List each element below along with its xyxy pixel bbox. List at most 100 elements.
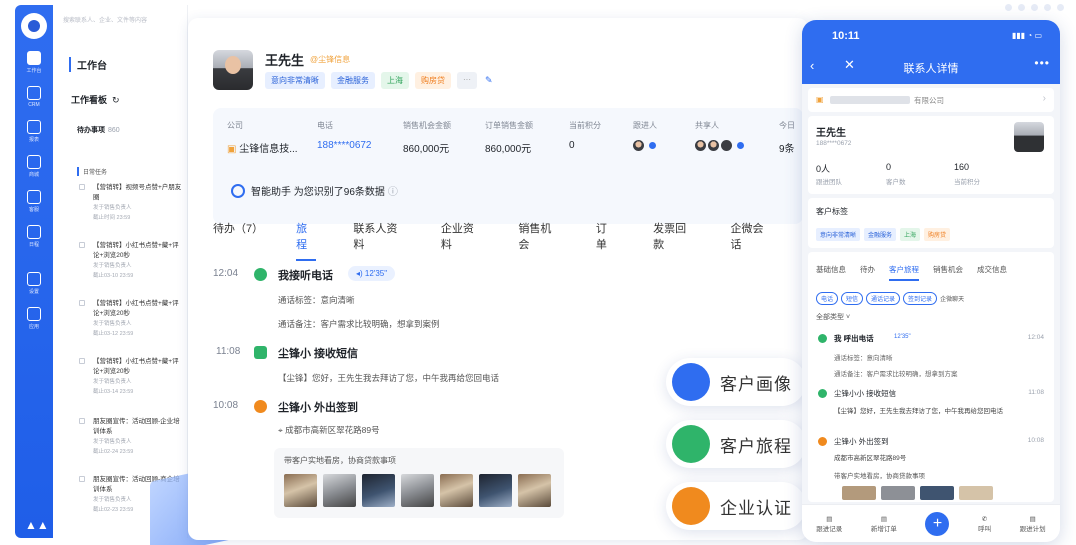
nav-rail: 工作台 CRM 报表 商城 客服 日程 设置 应用 ▲▲ (15, 5, 53, 538)
filter-chip[interactable]: 短信 (841, 292, 864, 305)
photo-thumbnail[interactable] (323, 474, 356, 507)
mobile-tab[interactable]: 销售机会 (933, 264, 963, 281)
rail-item-schedule[interactable]: 日程 (15, 225, 53, 248)
profile-icon (672, 363, 710, 401)
info-header: 今日 (779, 121, 795, 130)
filter-chip[interactable]: 签到记录 (903, 292, 938, 305)
add-button[interactable]: + (925, 511, 950, 536)
task-checkbox[interactable] (79, 184, 85, 190)
photo-thumbnail[interactable] (518, 474, 551, 507)
tag[interactable]: 上海 (381, 72, 409, 89)
call-duration[interactable]: ◂) 12'35" (348, 266, 396, 281)
chat-icon (27, 190, 41, 204)
photo-thumbnail[interactable] (881, 486, 915, 500)
photo-thumbnail[interactable] (842, 486, 876, 500)
rail-item-crm[interactable]: CRM (15, 86, 53, 108)
task-checkbox[interactable] (79, 418, 85, 424)
feature-customer-profile[interactable]: 客户画像 (666, 358, 806, 406)
search-input[interactable]: 搜索联系人、企业、文件等内容 (63, 15, 147, 24)
tab-journey[interactable]: 旅程 (296, 220, 317, 261)
tag: 购房贷 (924, 228, 951, 241)
info-header: 公司 (227, 121, 243, 130)
rail-item-settings[interactable]: 设置 (15, 272, 53, 295)
filter-chip[interactable]: 电话 (816, 292, 839, 305)
workbench-icon (27, 51, 41, 65)
tag[interactable]: 金融服务 (331, 72, 375, 89)
rail-item-store[interactable]: 商城 (15, 155, 53, 178)
today-value: 9条 (779, 144, 795, 155)
location-icon: ⌖ (278, 425, 283, 435)
photo-caption: 带客户实地看房，协商贷款事项 (284, 456, 396, 465)
status-icons: ▮▮▮ ◔ ▭ (1011, 31, 1042, 40)
filter-chip[interactable]: 企微聊天 (940, 297, 964, 303)
rail-item-report[interactable]: 报表 (15, 120, 53, 143)
rail-item-workbench[interactable]: 工作台 (15, 51, 53, 74)
tab-order[interactable]: 订单 (596, 220, 616, 261)
tab-opportunity[interactable]: 销售机会 (518, 220, 558, 261)
photo-thumbnail[interactable] (920, 486, 954, 500)
assistant-bar[interactable]: 智能助手 为您识别了96条数据 ⓘ (231, 183, 398, 198)
plan-icon: ▤ (1029, 515, 1036, 523)
edit-icon[interactable]: ✎ (485, 72, 493, 89)
rail-item-chat[interactable]: 客服 (15, 190, 53, 213)
follow-record-button[interactable]: ▤ 跟进记录 (816, 515, 842, 533)
company-name: 有限公司 (914, 96, 944, 105)
more-icon[interactable]: ••• (1034, 56, 1050, 70)
task-checkbox[interactable] (79, 476, 85, 482)
task-item[interactable]: 【营销转】小红书点赞+藏+评论+浏览20秒 发于销售负责人 截止03-12 23:5… (79, 299, 184, 339)
customer-info-panel: 公司 电话 销售机会金额 订单销售金额 当前积分 跟进人 共享人 今日 ▣ 尘锋… (213, 108, 803, 224)
tab-company[interactable]: 企业资料 (441, 220, 481, 261)
task-checkbox[interactable] (79, 300, 85, 306)
more-tags-button[interactable]: ··· (457, 72, 477, 89)
follow-plan-button[interactable]: ▤ 跟进计划 (1020, 515, 1046, 533)
tab-todo[interactable]: 待办（7） (213, 220, 263, 261)
contact-phone[interactable]: 188****0672 (816, 140, 851, 147)
photo-thumbnail[interactable] (401, 474, 434, 507)
refresh-icon[interactable]: ↻ (112, 95, 120, 105)
photo-thumbnail[interactable] (479, 474, 512, 507)
follower-avatars[interactable] (633, 140, 656, 151)
tag[interactable]: 购房贷 (415, 72, 451, 89)
feature-customer-journey[interactable]: 客户旅程 (666, 420, 806, 468)
mobile-tabs: 基础信息 待办 客户旅程 销售机会 成交信息 (816, 264, 1021, 281)
mobile-tab[interactable]: 基础信息 (816, 264, 846, 281)
info-header: 共享人 (695, 121, 719, 130)
task-item[interactable]: 【营销转】视频号点赞+户朋友圈 发于销售负责人 截止时间 23:59 (79, 183, 184, 223)
mobile-call-duration[interactable]: 12'35" (894, 334, 911, 340)
task-item[interactable]: 【营销转】小红书点赞+藏+评论+浏览20秒 发于销售负责人 截止03-10 23:5… (79, 241, 184, 281)
tab-invoice[interactable]: 发票回款 (653, 220, 693, 261)
task-checkbox[interactable] (79, 242, 85, 248)
company-value[interactable]: ▣ 尘锋信息技... (227, 140, 298, 155)
photo-thumbnail[interactable] (284, 474, 317, 507)
photo-thumbnail[interactable] (362, 474, 395, 507)
photo-row (284, 474, 551, 507)
rail-item-apps[interactable]: 应用 (15, 307, 53, 330)
mobile-tab[interactable]: 成交信息 (977, 264, 1007, 281)
task-checkbox[interactable] (79, 358, 85, 364)
type-filter[interactable]: 全部类型 ˅ (816, 312, 850, 322)
sharer-avatars[interactable] (695, 140, 744, 151)
photo-thumbnail[interactable] (959, 486, 993, 500)
company-row[interactable]: ▣ 有限公司 › (808, 88, 1054, 112)
board-title: 工作看板 ↻ (71, 95, 120, 105)
task-item[interactable]: 朋友圈宣传：活动回顾-企业培训体系 发于销售负责人 截止02-24 23:59 (79, 417, 184, 457)
user-avatar[interactable] (21, 13, 47, 39)
new-order-button[interactable]: ▤ 新增订单 (871, 515, 897, 533)
tab-wecom[interactable]: 企微会话 (731, 220, 771, 261)
checkin-icon (254, 400, 267, 413)
mobile-event-detail: 通话标签：意向清晰 (834, 355, 893, 362)
avatar (633, 140, 644, 151)
tag[interactable]: 意向非常清晰 (265, 72, 325, 89)
mobile-tab[interactable]: 待办 (860, 264, 875, 281)
tab-contact[interactable]: 联系人资料 (353, 220, 404, 261)
photo-thumbnail[interactable] (440, 474, 473, 507)
task-item[interactable]: 【营销转】小红书点赞+藏+评论+浏览20秒 发于销售负责人 截止03-14 23:5… (79, 357, 184, 397)
phone-value[interactable]: 188****0672 (317, 140, 372, 151)
mobile-event-title: 尘锋小 外出签到 (834, 437, 889, 446)
customer-tags-card[interactable]: 客户标签 意向非常清晰 金融服务 上海 购房贷 (808, 198, 1054, 248)
mobile-tab[interactable]: 客户旅程 (889, 264, 919, 281)
filter-chip[interactable]: 通话记录 (866, 292, 901, 305)
phone-icon (818, 334, 827, 343)
call-button[interactable]: ✆ 呼叫 (978, 515, 991, 533)
feature-enterprise-verify[interactable]: 企业认证 (666, 482, 806, 530)
